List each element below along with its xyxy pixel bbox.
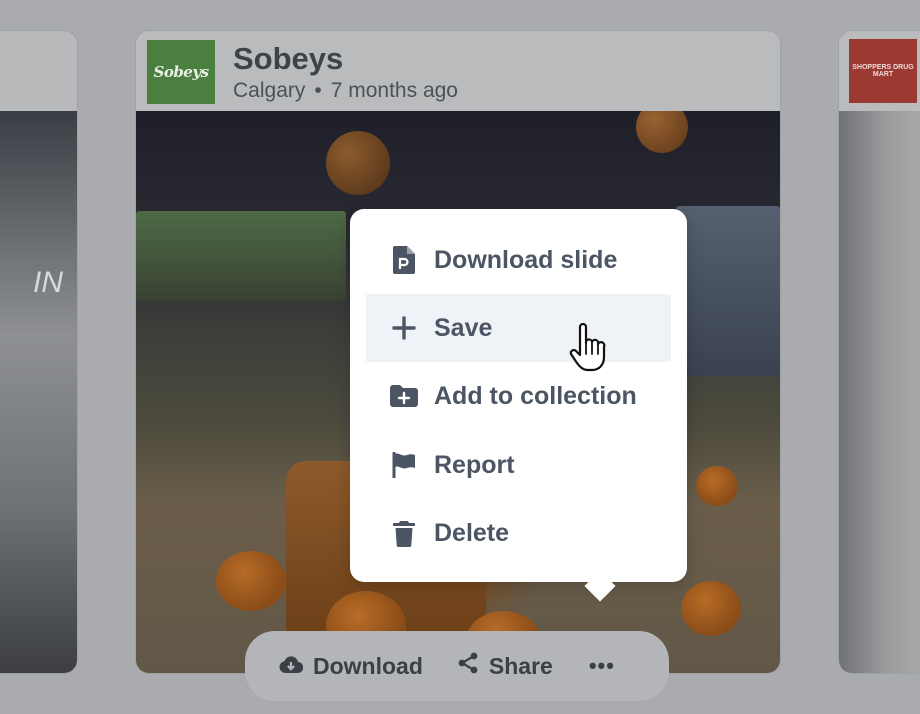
hand-cursor-icon	[568, 322, 608, 378]
slide-file-icon	[390, 246, 418, 274]
store-time-ago: 7 months ago	[330, 79, 458, 102]
download-button[interactable]: Download	[279, 653, 423, 680]
menu-item-report[interactable]: Report	[366, 431, 671, 499]
card-header-right: SHOPPERS DRUG MART	[839, 31, 920, 111]
folder-plus-icon	[390, 385, 418, 407]
menu-item-label: Report	[434, 450, 515, 479]
card-header: Sobeys Sobeys Calgary • 7 months ago	[136, 31, 780, 111]
card-action-toolbar: Download Share •••	[245, 631, 669, 701]
snack-shelf	[676, 206, 780, 376]
share-label: Share	[488, 652, 553, 679]
store-name: Sobeys	[233, 41, 344, 76]
menu-item-delete[interactable]: Delete	[366, 499, 671, 567]
ellipsis-icon: •••	[588, 653, 615, 678]
photo-sign-text: IN	[33, 266, 63, 299]
menu-item-label: Save	[434, 313, 493, 342]
menu-item-save[interactable]: Save	[366, 294, 671, 362]
cloud-download-icon	[279, 653, 304, 680]
share-icon	[457, 652, 479, 680]
download-label: Download	[313, 652, 423, 679]
trash-icon	[390, 520, 418, 547]
more-options-button[interactable]: •••	[589, 653, 615, 679]
share-button[interactable]: Share	[457, 652, 553, 680]
card-context-menu: Download slide Save Add to collection Re…	[350, 209, 687, 582]
store-card-right[interactable]: SHOPPERS DRUG MART	[838, 30, 920, 674]
store-logo-right: SHOPPERS DRUG MART	[849, 39, 917, 103]
store-location: Calgary	[233, 79, 306, 102]
store-card-left[interactable]: IN	[0, 30, 78, 674]
menu-item-label: Delete	[434, 518, 510, 547]
menu-item-label: Add to collection	[434, 381, 637, 410]
meta-separator: •	[314, 79, 322, 102]
flag-icon	[390, 452, 418, 478]
pumpkin	[696, 466, 738, 506]
store-photo-right	[839, 111, 920, 673]
pumpkin	[216, 551, 286, 611]
pumpkin	[681, 581, 741, 636]
store-logo: Sobeys	[147, 40, 215, 104]
menu-item-add-to-collection[interactable]: Add to collection	[366, 362, 671, 430]
store-photo-left: IN	[0, 111, 77, 673]
plus-icon	[390, 316, 418, 340]
menu-item-download-slide[interactable]: Download slide	[366, 226, 671, 294]
balloon	[636, 111, 688, 153]
balloon	[326, 131, 390, 195]
menu-item-label: Download slide	[434, 245, 618, 274]
produce-shelf	[136, 211, 346, 301]
store-meta: Calgary • 7 months ago	[233, 79, 458, 103]
